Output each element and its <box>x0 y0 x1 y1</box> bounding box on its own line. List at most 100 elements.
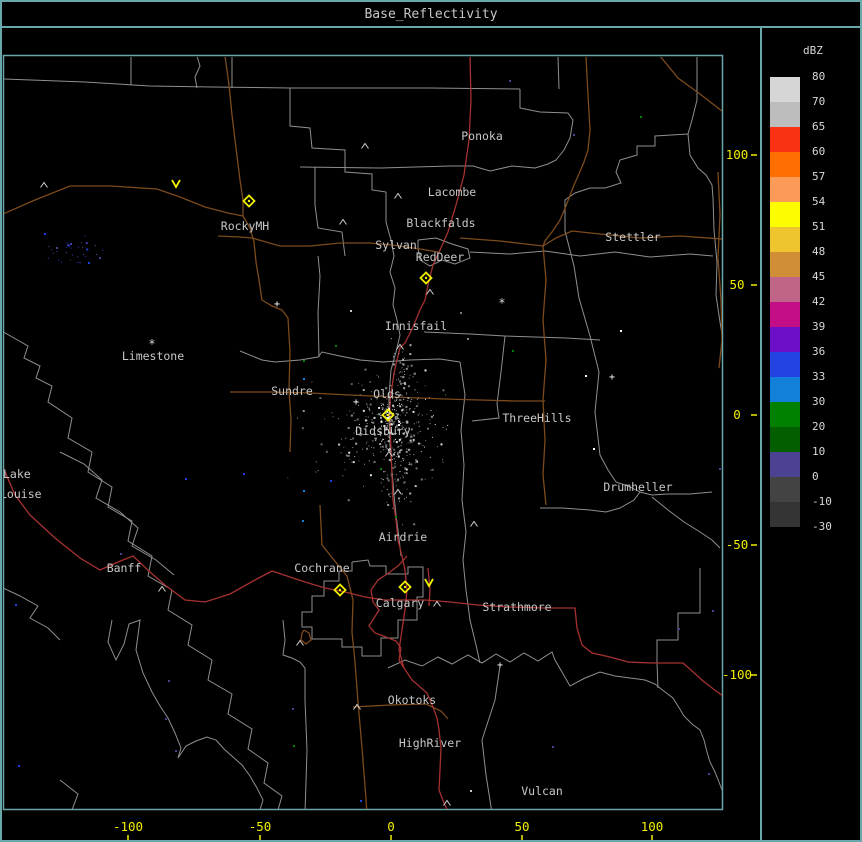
legend-tick-label: 48 <box>812 246 852 258</box>
echo-pixel <box>371 422 372 423</box>
echo-pixel <box>400 478 401 479</box>
echo-pixel <box>398 497 400 499</box>
radar-map[interactable]: 2025/09/23 11:07:28 UTC 0.6(deg) km **++… <box>0 0 862 842</box>
echo-pixel <box>398 456 400 458</box>
legend-tick-label: 57 <box>812 171 852 183</box>
echo-pixel <box>430 423 431 424</box>
echo-pixel <box>303 490 305 492</box>
echo-pixel <box>406 392 407 393</box>
echo-pixel <box>392 421 393 422</box>
legend-swatch <box>770 127 800 152</box>
echo-pixel <box>409 450 410 451</box>
echo-pixel <box>708 773 710 775</box>
echo-pixel <box>719 468 721 470</box>
echo-pixel <box>345 438 346 439</box>
echo-pixel <box>446 429 447 430</box>
echo-pixel <box>357 419 359 421</box>
x-axis-tick-label: -100 <box>113 819 143 834</box>
legend-swatch <box>770 252 800 277</box>
echo-pixel <box>83 254 84 255</box>
city-label: Sundre <box>271 384 313 398</box>
echo-pixel <box>95 245 96 246</box>
echo-pixel <box>403 460 404 461</box>
echo-pixel <box>421 451 422 452</box>
city-label: Cochrane <box>294 561 349 575</box>
echo-pixel <box>102 250 103 251</box>
echo-pixel <box>425 479 426 480</box>
radar-map-container[interactable]: 2025/09/23 11:07:28 UTC 0.6(deg) km **++… <box>0 0 862 842</box>
echo-pixel <box>393 422 394 423</box>
timestamp-label: 2025/09/23 11:07:28 UTC 0.6(deg) <box>14 37 264 52</box>
echo-pixel <box>363 410 365 412</box>
echo-pixel <box>369 409 370 410</box>
echo-pixel <box>427 428 429 430</box>
echo-pixel <box>394 466 396 468</box>
echo-pixel <box>396 419 397 420</box>
y-axis-tick-label: -100 <box>722 667 752 682</box>
echo-pixel <box>414 423 415 424</box>
echo-pixel <box>418 403 419 404</box>
legend-tick-label: 51 <box>812 221 852 233</box>
echo-pixel <box>392 508 393 509</box>
echo-pixel <box>99 257 101 259</box>
legend-swatch <box>770 77 800 102</box>
echo-pixel <box>417 433 418 434</box>
city-label: Ponoka <box>461 129 503 143</box>
echo-pixel <box>409 378 410 379</box>
echo-pixel <box>410 401 411 402</box>
echo-pixel <box>355 443 357 445</box>
echo-pixel <box>394 353 395 354</box>
echo-pixel <box>383 449 384 450</box>
echo-pixel <box>411 434 412 435</box>
asterisk-marker-icon: * <box>498 296 505 310</box>
plus-marker-icon: + <box>274 299 280 310</box>
echo-pixel <box>398 385 399 386</box>
echo-pixel <box>381 478 382 479</box>
echo-pixel <box>402 405 403 406</box>
echo-pixel <box>380 415 381 416</box>
echo-pixel <box>380 468 382 470</box>
echo-pixel <box>399 361 400 362</box>
echo-pixel <box>67 243 68 244</box>
echo-pixel <box>385 421 386 422</box>
echo-pixel <box>392 405 394 407</box>
echo-pixel <box>416 405 418 407</box>
echo-pixel <box>351 383 353 385</box>
echo-pixel <box>409 454 410 455</box>
legend-swatch <box>770 452 800 477</box>
echo-pixel <box>383 479 384 480</box>
echo-pixel <box>368 417 369 418</box>
echo-pixel <box>381 491 382 492</box>
echo-pixel <box>374 417 375 418</box>
echo-pixel <box>53 253 54 254</box>
echo-pixel <box>392 459 393 460</box>
echo-pixel <box>406 394 407 395</box>
echo-pixel <box>620 330 622 332</box>
echo-pixel <box>401 404 402 405</box>
echo-pixel <box>409 493 411 495</box>
echo-pixel <box>366 448 368 450</box>
echo-pixel <box>349 459 350 460</box>
echo-pixel <box>384 459 385 460</box>
echo-pixel <box>402 352 403 353</box>
echo-pixel <box>350 310 352 312</box>
echo-pixel <box>420 431 421 432</box>
echo-pixel <box>185 478 187 480</box>
echo-pixel <box>377 375 378 376</box>
radar-site-dot <box>404 586 406 588</box>
echo-pixel <box>410 501 411 502</box>
echo-pixel <box>303 360 305 362</box>
echo-pixel <box>333 416 334 417</box>
echo-pixel <box>318 470 319 471</box>
echo-pixel <box>398 446 399 447</box>
echo-pixel <box>365 369 367 371</box>
echo-pixel <box>381 421 383 423</box>
echo-pixel <box>391 493 392 494</box>
echo-pixel <box>382 440 383 441</box>
echo-pixel <box>366 443 367 444</box>
echo-pixel <box>175 750 177 752</box>
echo-pixel <box>431 410 432 411</box>
echo-pixel <box>391 419 392 420</box>
right-axis-unit: km <box>736 37 752 52</box>
echo-pixel <box>402 367 403 368</box>
